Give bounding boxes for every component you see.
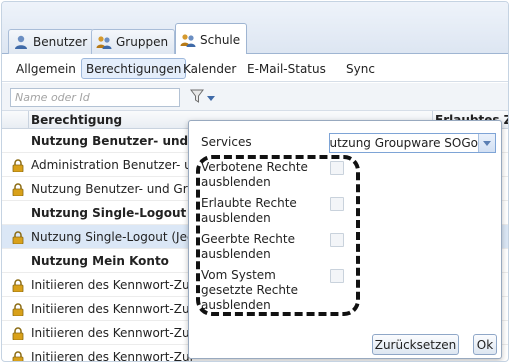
row-label: Administration Benutzer- und xyxy=(31,157,207,172)
chevron-down-icon xyxy=(207,91,215,105)
row-label: Initiieren des Kennwort-Zur xyxy=(31,301,195,316)
reset-button[interactable]: Zurücksetzen xyxy=(372,334,459,355)
lock-icon xyxy=(12,327,24,341)
row-label: Nutzung Benutzer- und Gru xyxy=(31,181,196,196)
main-tab-strip: Benutzer Gruppen Schule xyxy=(2,2,508,55)
lock-icon xyxy=(12,183,24,197)
row-label: Initiieren des Kennwort-Zur xyxy=(31,349,195,362)
sub-tab-bar: Allgemein Berechtigungen Kalender E-Mail… xyxy=(2,54,508,82)
option-label-geerbte: Geerbte Rechte ausblenden xyxy=(201,232,295,261)
search-input[interactable] xyxy=(10,88,180,107)
school-icon xyxy=(180,32,196,48)
row-label: Initiieren des Kennwort-Zur xyxy=(31,325,195,340)
subtab-berechtigungen[interactable]: Berechtigungen xyxy=(81,58,187,79)
services-label: Services xyxy=(201,135,252,149)
filter-toolbar xyxy=(2,83,508,111)
checkbox-geerbte-rechte[interactable] xyxy=(330,233,344,247)
filter-button[interactable] xyxy=(190,89,220,106)
lock-icon xyxy=(12,231,24,245)
checkbox-erlaubte-rechte[interactable] xyxy=(330,197,344,211)
lock-icon xyxy=(12,351,24,361)
option-label-erlaubte: Erlaubte Rechte ausblenden xyxy=(201,196,297,225)
subtab-kalender[interactable]: Kalender xyxy=(179,58,240,79)
services-value: Nutzung Groupware SOGo xyxy=(330,136,478,150)
tab-gruppen[interactable]: Gruppen xyxy=(91,29,176,54)
row-label: Nutzung Benutzer- und Gr xyxy=(31,133,209,148)
group-icon xyxy=(96,34,112,50)
checkbox-verbotene-rechte[interactable] xyxy=(330,161,344,175)
subtab-allgemein[interactable]: Allgemein xyxy=(12,58,80,79)
app-window: Benutzer Gruppen Schule Allgemein Berech… xyxy=(1,1,509,362)
filter-popup: Services Nutzung Groupware SOGo Verboten… xyxy=(188,120,502,359)
tab-benutzer[interactable]: Benutzer xyxy=(8,29,95,54)
combo-trigger[interactable] xyxy=(478,134,495,152)
tab-label: Gruppen xyxy=(116,35,169,49)
filter-funnel-icon xyxy=(190,89,204,106)
tab-schule[interactable]: Schule xyxy=(175,23,248,55)
option-label-system: Vom System gesetzte Rechte ausblenden xyxy=(201,268,299,312)
user-icon xyxy=(13,34,29,50)
row-label: Nutzung Mein Konto xyxy=(31,253,169,268)
tab-label: Schule xyxy=(200,32,241,47)
subtab-email-status[interactable]: E-Mail-Status xyxy=(243,58,330,79)
column-header-berechtigung[interactable]: Berechtigung xyxy=(31,113,122,127)
row-label: Nutzung Single-Logout xyxy=(31,205,187,220)
ok-button[interactable]: Ok xyxy=(473,334,497,355)
lock-icon xyxy=(12,279,24,293)
subtab-sync[interactable]: Sync xyxy=(342,58,379,79)
chevron-down-icon xyxy=(483,136,491,150)
lock-icon xyxy=(12,159,24,173)
tab-label: Benutzer xyxy=(33,35,88,49)
checkbox-system-rechte[interactable] xyxy=(330,269,344,283)
option-label-verbotene: Verbotene Rechte ausblenden xyxy=(201,160,308,189)
lock-icon xyxy=(12,303,24,317)
row-label: Initiieren des Kennwort-Zur xyxy=(31,277,195,292)
row-number-header xyxy=(2,111,29,129)
services-combobox[interactable]: Nutzung Groupware SOGo xyxy=(329,133,496,153)
row-label: Nutzung Single-Logout (Jed xyxy=(31,229,195,244)
